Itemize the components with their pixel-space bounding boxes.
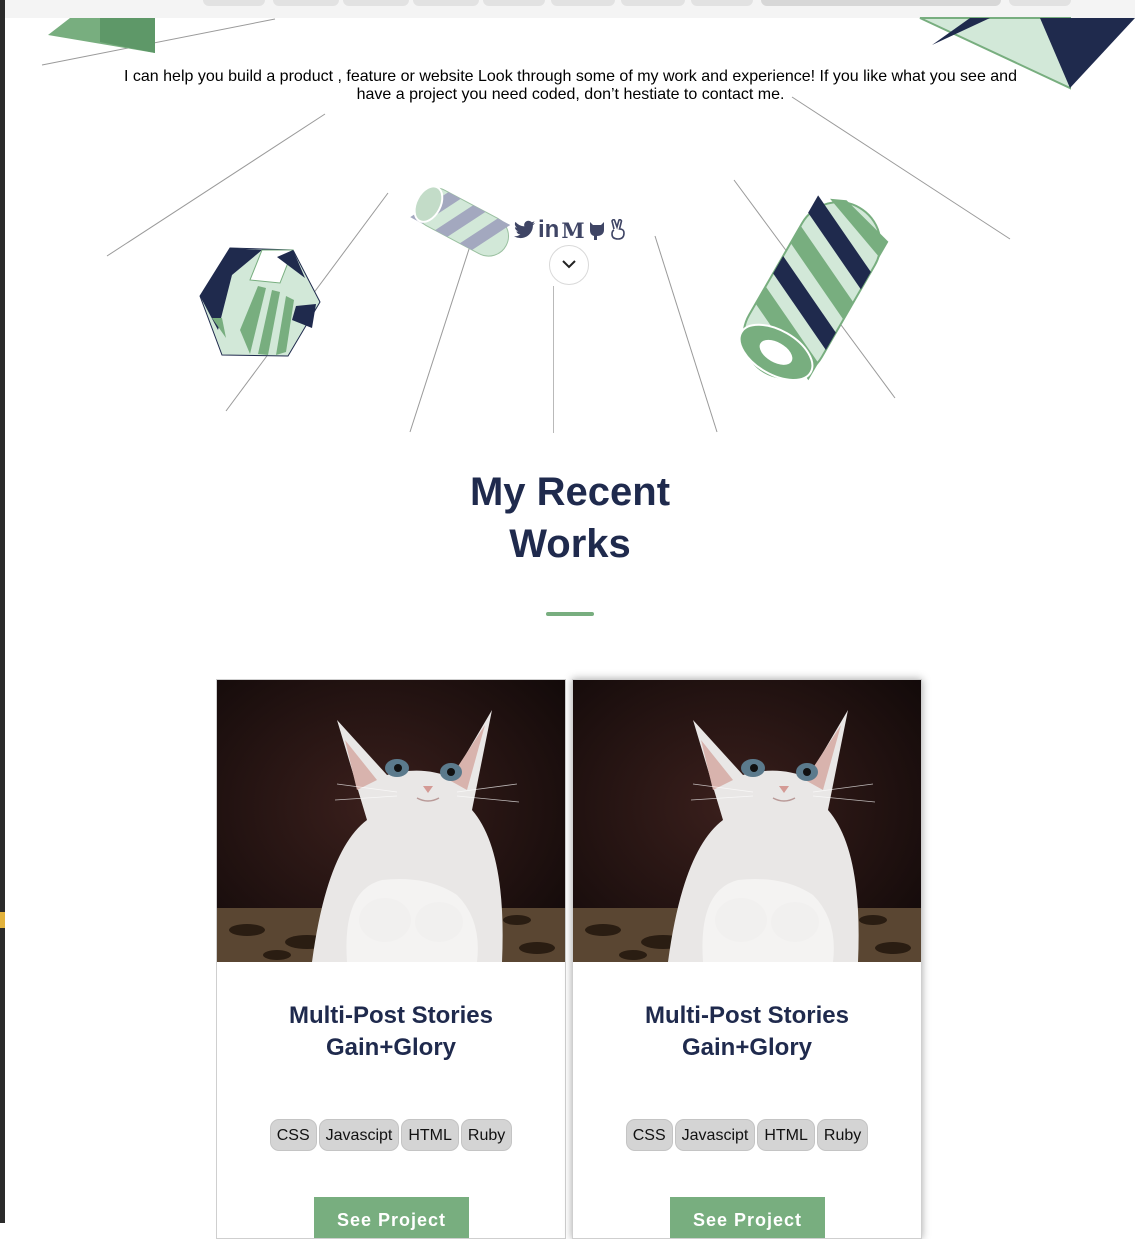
tag-javascript: Javascipt	[318, 1119, 400, 1151]
medium-icon[interactable]: M	[561, 216, 584, 244]
title-underline	[546, 612, 594, 616]
angellist-icon[interactable]	[609, 216, 627, 244]
intro-text: I can help you build a product , feature…	[124, 68, 1017, 103]
project-card: Multi-Post Stories Gain+Glory CSS Javasc…	[216, 679, 566, 1239]
cube-shape	[199, 247, 321, 357]
tag-javascript: Javascipt	[674, 1119, 756, 1151]
tag-ruby: Ruby	[816, 1119, 869, 1151]
project-tags: CSS Javascipt HTML Ruby	[217, 1119, 565, 1151]
see-project-button[interactable]: See Project	[314, 1197, 469, 1238]
capsule-small-shape	[410, 185, 511, 257]
edge-marker	[0, 912, 5, 928]
tag-html: HTML	[757, 1119, 815, 1151]
tag-html: HTML	[401, 1119, 459, 1151]
social-links: in M	[514, 215, 627, 245]
see-project-button[interactable]: See Project	[670, 1197, 825, 1238]
scroll-line	[553, 286, 554, 433]
scroll-down-button[interactable]	[549, 245, 589, 285]
capsule-large-shape	[738, 195, 889, 381]
chevron-down-icon	[562, 256, 576, 274]
project-tags: CSS Javascipt HTML Ruby	[573, 1119, 921, 1151]
tag-css: CSS	[625, 1119, 673, 1151]
project-title: Multi-Post Stories Gain+Glory	[288, 1002, 493, 1061]
project-image	[573, 680, 921, 962]
github-icon[interactable]	[587, 216, 607, 244]
project-image	[217, 680, 565, 962]
linkedin-icon[interactable]: in	[538, 216, 559, 244]
tag-css: CSS	[269, 1119, 317, 1151]
project-card: Multi-Post Stories Gain+Glory CSS Javasc…	[572, 679, 922, 1239]
twitter-icon[interactable]	[514, 216, 536, 244]
project-title: Multi-Post Stories Gain+Glory	[644, 1002, 849, 1061]
section-title: My Recent Works	[469, 470, 671, 566]
tag-ruby: Ruby	[460, 1119, 513, 1151]
